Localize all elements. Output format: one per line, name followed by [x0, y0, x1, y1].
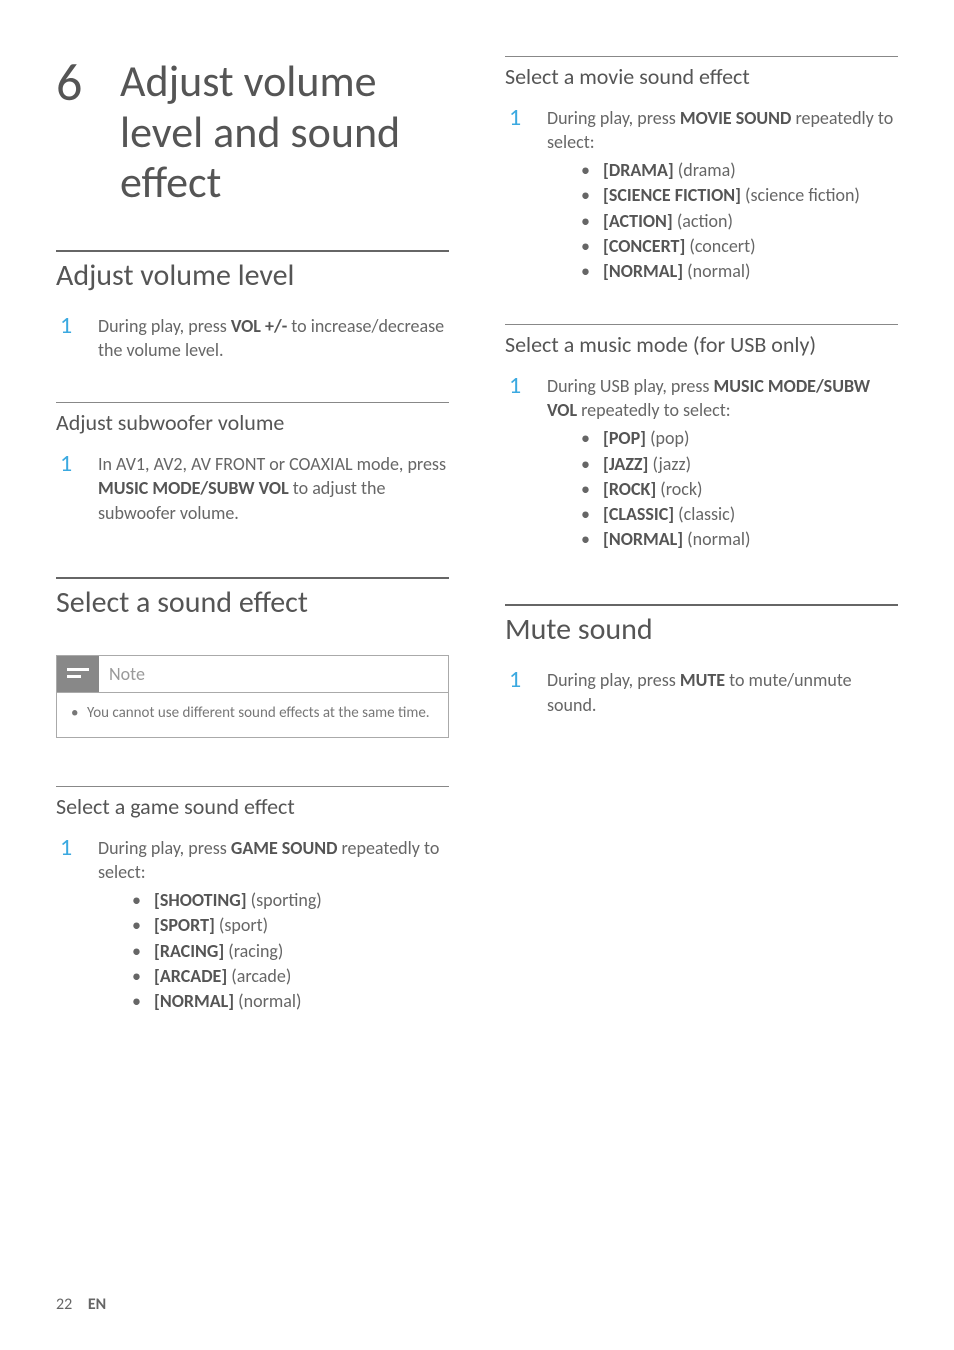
note-item: You cannot use different sound effects a…: [71, 703, 434, 723]
step-number: 1: [60, 836, 82, 1015]
step-text: In AV1, AV2, AV FRONT or COAXIAL mode, p…: [98, 452, 449, 525]
page-footer: 22 EN: [56, 1295, 106, 1314]
left-column: 6 Adjust volume level and sound effect A…: [56, 56, 449, 1026]
list-item: [NORMAL] (normal): [575, 527, 898, 552]
list-item: [CLASSIC] (classic): [575, 502, 898, 527]
list-item: [NORMAL] (normal): [575, 259, 898, 284]
step-text: During USB play, press MUSIC MODE/SUBW V…: [547, 374, 898, 553]
step-text: During play, press MUTE to mute/unmute s…: [547, 668, 898, 717]
note-header: Note: [57, 656, 448, 692]
list-item: [JAZZ] (jazz): [575, 452, 898, 477]
step-mute: 1 During play, press MUTE to mute/unmute…: [505, 668, 898, 717]
note-body: You cannot use different sound effects a…: [57, 692, 448, 737]
h3-movie: Select a movie sound effect: [505, 56, 898, 92]
h2-adjust-volume: Adjust volume level: [56, 250, 449, 294]
list-item: [ACTION] (action): [575, 209, 898, 234]
list-item: [ARCADE] (arcade): [126, 964, 449, 989]
h3-game: Select a game sound effect: [56, 786, 449, 822]
page-language: EN: [88, 1295, 106, 1314]
right-column: Select a movie sound effect 1 During pla…: [505, 56, 898, 1026]
h3-subwoofer: Adjust subwoofer volume: [56, 402, 449, 438]
step-text: During play, press MOVIE SOUND repeatedl…: [547, 106, 898, 285]
list-item: [SHOOTING] (sporting): [126, 888, 449, 913]
list-item: [NORMAL] (normal): [126, 989, 449, 1014]
step-music: 1 During USB play, press MUSIC MODE/SUBW…: [505, 374, 898, 553]
music-options: [POP] (pop) [JAZZ] (jazz) [ROCK] (rock) …: [547, 426, 898, 552]
page-columns: 6 Adjust volume level and sound effect A…: [56, 56, 898, 1026]
step-number: 1: [509, 106, 531, 285]
step-number: 1: [509, 374, 531, 553]
step-text: During play, press GAME SOUND repeatedly…: [98, 836, 449, 1015]
note-box: Note You cannot use different sound effe…: [56, 655, 449, 738]
step-volume: 1 During play, press VOL +/- to increase…: [56, 314, 449, 363]
list-item: [POP] (pop): [575, 426, 898, 451]
chapter-title: Adjust volume level and sound effect: [120, 56, 449, 208]
page-number: 22: [56, 1295, 72, 1314]
list-item: [SCIENCE FICTION] (science fiction): [575, 183, 898, 208]
step-number: 1: [60, 314, 82, 363]
game-options: [SHOOTING] (sporting) [SPORT] (sport) [R…: [98, 888, 449, 1014]
list-item: [SPORT] (sport): [126, 913, 449, 938]
step-movie: 1 During play, press MOVIE SOUND repeate…: [505, 106, 898, 285]
step-game: 1 During play, press GAME SOUND repeated…: [56, 836, 449, 1015]
chapter-number: 6: [56, 56, 96, 108]
list-item: [DRAMA] (drama): [575, 158, 898, 183]
h3-music: Select a music mode (for USB only): [505, 324, 898, 360]
movie-options: [DRAMA] (drama) [SCIENCE FICTION] (scien…: [547, 158, 898, 284]
step-number: 1: [60, 452, 82, 525]
h2-mute: Mute sound: [505, 604, 898, 648]
step-subwoofer: 1 In AV1, AV2, AV FRONT or COAXIAL mode,…: [56, 452, 449, 525]
list-item: [CONCERT] (concert): [575, 234, 898, 259]
note-icon: [57, 656, 99, 692]
list-item: [ROCK] (rock): [575, 477, 898, 502]
h2-sound-effect: Select a sound effect: [56, 577, 449, 621]
note-title: Note: [109, 657, 145, 691]
list-item: [RACING] (racing): [126, 939, 449, 964]
step-text: During play, press VOL +/- to increase/d…: [98, 314, 449, 363]
step-number: 1: [509, 668, 531, 717]
chapter-heading: 6 Adjust volume level and sound effect: [56, 56, 449, 208]
